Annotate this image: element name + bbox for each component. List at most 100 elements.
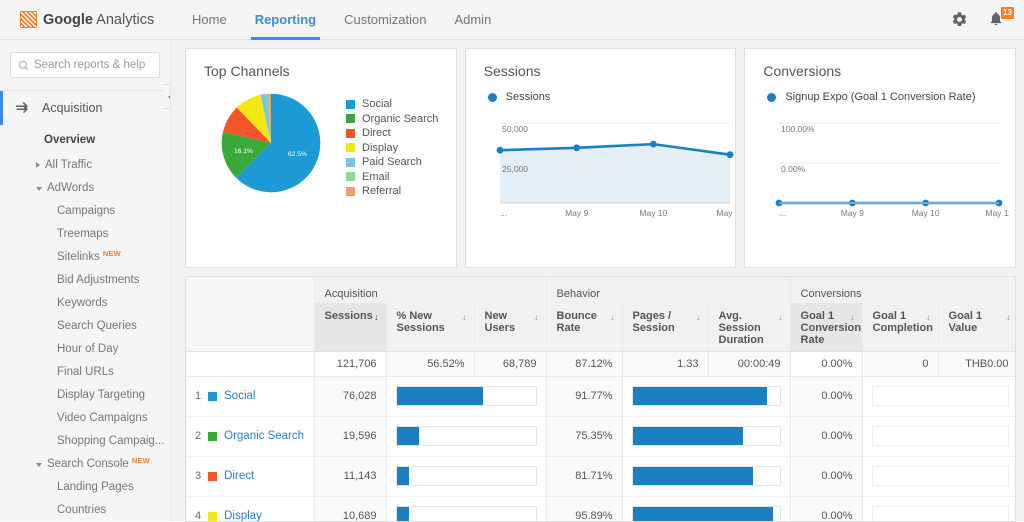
pie-legend-item[interactable]: Email (346, 170, 438, 185)
channel-link[interactable]: Direct (224, 470, 254, 482)
sort-arrow-icon[interactable]: ↓ (462, 311, 467, 323)
bar-track (396, 386, 537, 406)
table-column-label: Goal 1 Value (949, 310, 983, 334)
sessions-line-chart[interactable]: 50,00025,000...May 9May 10May 11 (482, 109, 737, 227)
sidebar-item-treemaps[interactable]: Treemaps (0, 222, 170, 245)
data-point[interactable] (650, 141, 657, 148)
table-row[interactable]: 1 Social76,02891.77%0.00% (186, 376, 1016, 416)
table-column-header[interactable]: Avg. Session Duration ↓ (708, 303, 790, 351)
pie-legend-item[interactable]: Paid Search (346, 155, 438, 170)
nav-tab-reporting[interactable]: Reporting (241, 0, 330, 40)
sidebar-item-bid-adjustments[interactable]: Bid Adjustments (0, 268, 170, 291)
sidebar-item-keywords[interactable]: Keywords (0, 291, 170, 314)
data-point[interactable] (573, 144, 580, 151)
nav-tab-customization[interactable]: Customization (330, 0, 440, 40)
table-column-header[interactable]: Goal 1 Conversion Rate↓ (790, 303, 862, 351)
search-input[interactable] (34, 59, 154, 71)
sidebar-item-countries[interactable]: Countries (0, 498, 170, 521)
collapse-sidebar-icon[interactable] (163, 84, 171, 109)
sidebar-item-final-urls[interactable]: Final URLs (0, 360, 170, 383)
conversions-legend-dot (767, 93, 776, 102)
table-column-label: Avg. Session Duration (719, 310, 764, 346)
sidebar-item-display-targeting[interactable]: Display Targeting (0, 383, 170, 406)
x-axis-tick-label: May 10 (912, 208, 940, 218)
sort-arrow-icon[interactable]: ↓ (778, 311, 783, 323)
pie-legend-item[interactable]: Social (346, 97, 438, 112)
sidebar: Acquisition Overview All Traffic AdWords Ca… (0, 40, 171, 521)
legend-swatch (346, 143, 355, 152)
bar-track (632, 466, 781, 486)
sessions-bar-cell (386, 456, 546, 496)
table-column-header[interactable]: Goal 1 Value ↓ (938, 303, 1016, 351)
sidebar-item-search-queries[interactable]: Search Queries (0, 314, 170, 337)
bar-fill (397, 507, 409, 522)
notifications-button[interactable]: 13 (988, 10, 1008, 30)
search-box[interactable] (10, 52, 160, 78)
sidebar-item-label: Shopping Campaig... (57, 435, 164, 447)
sidebar-item-campaigns[interactable]: Campaigns (0, 199, 170, 222)
sidebar-item-all-traffic[interactable]: All Traffic (0, 153, 170, 176)
table-column-header[interactable]: % New Sessions↓ (386, 303, 474, 351)
bar-track (872, 386, 1009, 406)
pie-legend-item[interactable]: Direct (346, 126, 438, 141)
channel-link[interactable]: Organic Search (224, 430, 304, 442)
bounce-rate-value-cell: 75.35% (546, 416, 622, 456)
table-group-header: Behavior (546, 277, 790, 303)
sort-arrow-icon[interactable]: ↓ (1006, 311, 1011, 323)
sort-arrow-icon[interactable]: ↓ (850, 311, 855, 323)
table-row[interactable]: 2 Organic Search19,59675.35%0.00% (186, 416, 1016, 456)
sidebar-item-sitelinks[interactable]: SitelinksNEW (0, 245, 170, 268)
pie-legend-item[interactable]: Display (346, 141, 438, 156)
table-column-header[interactable]: New Users↓ (474, 303, 546, 351)
sort-arrow-icon[interactable]: ↓ (374, 311, 379, 323)
sidebar-item-shopping-campaig[interactable]: Shopping Campaig... (0, 429, 170, 452)
table-summary-cell (186, 351, 314, 376)
sidebar-item-label: All Traffic (45, 159, 92, 171)
sidebar-item-label: Countries (57, 504, 106, 516)
sidebar-section-label: Acquisition (42, 101, 102, 115)
table-column-header[interactable]: Goal 1 Completion↓ (862, 303, 938, 351)
data-point[interactable] (726, 151, 733, 158)
sidebar-section-acquisition[interactable]: Acquisition (0, 91, 170, 125)
legend-swatch (346, 187, 355, 196)
sort-arrow-icon[interactable]: ↓ (926, 311, 931, 323)
sidebar-item-adwords[interactable]: AdWords (0, 176, 170, 199)
sidebar-item-label: AdWords (47, 182, 94, 194)
top-channels-card: Top Channels 62.5%16.1% SocialOrganic Se… (185, 48, 457, 268)
sidebar-item-video-campaigns[interactable]: Video Campaigns (0, 406, 170, 429)
table-summary-cell: 68,789 (474, 351, 546, 376)
table-column-header[interactable]: Bounce Rate↓ (546, 303, 622, 351)
sidebar-item-overview[interactable]: Overview (0, 127, 170, 153)
sort-arrow-icon[interactable]: ↓ (610, 311, 615, 323)
nav-tab-home[interactable]: Home (178, 0, 241, 40)
sidebar-item-landing-pages[interactable]: Landing Pages (0, 475, 170, 498)
pie-chart-holder: 62.5%16.1% (186, 87, 346, 199)
sidebar-item-hour-of-day[interactable]: Hour of Day (0, 337, 170, 360)
table-column-header[interactable]: Pages / Session↓ (622, 303, 708, 351)
channel-cell: 2 Organic Search (186, 416, 314, 456)
goal1-bar-cell (862, 456, 1016, 496)
sort-arrow-icon[interactable]: ↓ (534, 311, 539, 323)
row-rank: 4 (195, 510, 201, 522)
sidebar-item-label: Sitelinks (57, 251, 100, 263)
channel-link[interactable]: Social (224, 390, 255, 402)
table-row[interactable]: 3 Direct11,14381.71%0.00% (186, 456, 1016, 496)
sessions-legend-dot (488, 93, 497, 102)
table-group-header: Acquisition (314, 277, 546, 303)
conversions-line-chart[interactable]: 100.00%0.00%...May 9May 10May 11 (761, 109, 1009, 227)
overview-cards-row: Top Channels 62.5%16.1% SocialOrganic Se… (185, 48, 1016, 268)
brand-logo[interactable]: Google Analytics (20, 11, 160, 28)
gear-icon[interactable] (951, 11, 968, 28)
table-row[interactable]: 4 Display10,68995.89%0.00% (186, 496, 1016, 522)
channel-link[interactable]: Display (224, 510, 262, 522)
pie-legend-item[interactable]: Organic Search (346, 112, 438, 127)
sort-arrow-icon[interactable]: ↓ (696, 311, 701, 323)
table-column-header[interactable]: Sessions↓ (314, 303, 386, 351)
pie-chart[interactable]: 62.5%16.1% (215, 87, 327, 199)
sidebar-item-search-console[interactable]: Search ConsoleNEW (0, 452, 170, 475)
nav-tab-admin[interactable]: Admin (440, 0, 505, 40)
new-badge: NEW (132, 456, 150, 465)
data-point[interactable] (496, 147, 503, 154)
bounce-rate-value-cell: 81.71% (546, 456, 622, 496)
pie-legend-item[interactable]: Referral (346, 184, 438, 199)
